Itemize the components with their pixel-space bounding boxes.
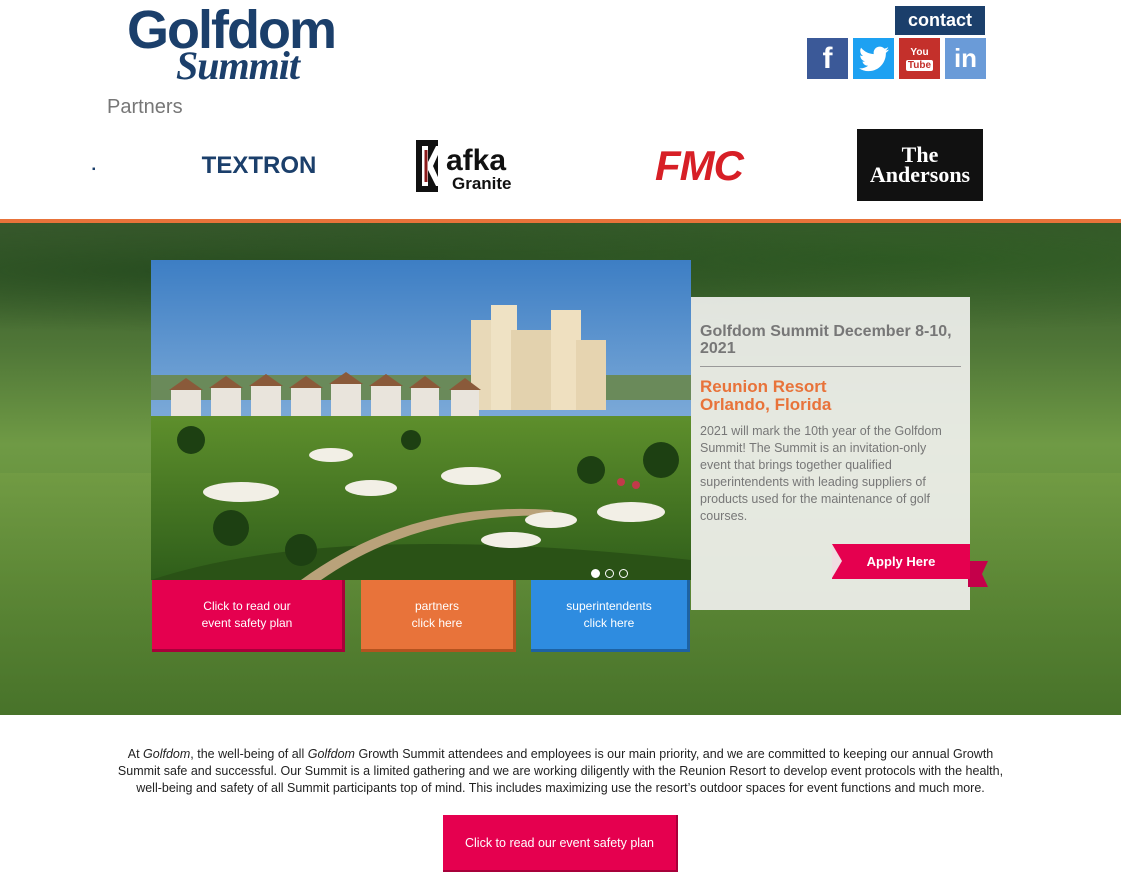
slider-dot-3[interactable]	[619, 569, 628, 578]
facebook-glyph: f	[822, 41, 833, 75]
superintendents-button[interactable]: superintendents click here	[531, 580, 690, 652]
apply-here-button[interactable]: Apply Here	[832, 544, 970, 579]
twitter-icon[interactable]	[853, 38, 894, 79]
event-safety-plan-button[interactable]: Click to read our event safety plan	[152, 580, 345, 652]
fmc-wordmark: FMC	[655, 142, 744, 189]
youtube-label-top: You	[910, 46, 929, 58]
venue-name: Reunion Resort	[700, 377, 827, 396]
slider-dot-1[interactable]	[591, 569, 600, 578]
event-title-divider	[700, 366, 961, 367]
resort-photo-image	[151, 260, 691, 580]
granite-wordmark: Granite	[452, 174, 512, 192]
facebook-icon[interactable]: f	[807, 38, 848, 79]
partner-logo-textron[interactable]: TEXTRON	[196, 130, 322, 202]
twitter-bird-icon	[858, 46, 889, 71]
partners-heading: Partners	[107, 96, 183, 118]
partner-logo-fragment: ▪	[92, 164, 96, 175]
event-venue: Reunion Resort Orlando, Florida	[700, 378, 965, 414]
partner-logo-kafka-granite[interactable]: afka Granite	[416, 130, 542, 202]
hero-button-label: partners click here	[411, 598, 463, 630]
partner-logo-andersons[interactable]: The Andersons	[857, 129, 983, 201]
youtube-icon[interactable]: You Tube	[899, 38, 940, 79]
linkedin-icon[interactable]: in	[945, 38, 986, 79]
safety-button-label: Click to read our event safety plan	[465, 835, 654, 850]
slider-dot-2[interactable]	[605, 569, 614, 578]
resort-photo	[151, 260, 691, 580]
logo-summit[interactable]: Summit	[176, 44, 300, 88]
hero-button-label: superintendents click here	[566, 598, 652, 630]
kafka-wordmark: afka	[446, 144, 506, 177]
hero-button-label: Click to read our event safety plan	[201, 598, 293, 630]
venue-location: Orlando, Florida	[700, 395, 832, 414]
event-description: 2021 will mark the 10th year of the Golf…	[700, 424, 942, 523]
partners-button[interactable]: partners click here	[361, 580, 516, 652]
read-safety-plan-button[interactable]: Click to read our event safety plan	[443, 815, 678, 872]
linkedin-glyph: in	[953, 43, 978, 73]
apply-ribbon-notch	[832, 544, 842, 578]
contact-button[interactable]: contact	[895, 6, 985, 35]
youtube-label-bottom: Tube	[905, 59, 934, 71]
safety-statement: At Golfdom, the well-being of all Golfdo…	[117, 747, 1004, 795]
event-title: Golfdom Summit December 8-10, 2021	[700, 323, 952, 357]
andersons-wordmark-bottom: Andersons	[869, 162, 971, 187]
kafka-granite-logo-icon: afka Granite	[416, 140, 512, 192]
partner-logo-fmc[interactable]: FMC	[638, 130, 760, 202]
textron-wordmark: TEXTRON	[201, 152, 317, 179]
